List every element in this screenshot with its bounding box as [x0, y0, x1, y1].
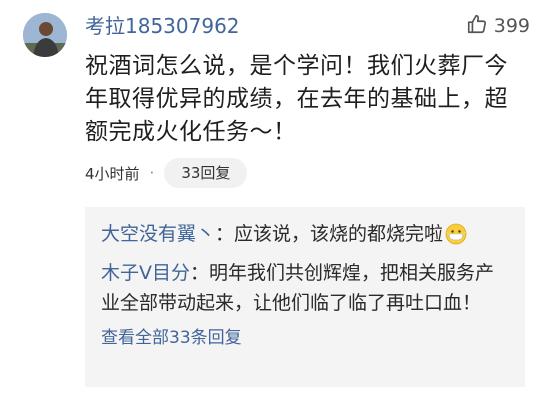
reply-text: 应该说，该烧的都烧完啦: [234, 223, 444, 245]
comment-time: 4小时前: [85, 164, 140, 183]
reply-username[interactable]: 大空没有翼丶: [101, 223, 215, 245]
thumbs-up-icon: [466, 13, 488, 39]
comment-text: 祝酒词怎么说，是个学问！我们火葬厂今年取得优异的成绩，在去年的基础上，超额完成火…: [85, 53, 508, 145]
mask-face-emoji-icon: [445, 223, 467, 254]
reply-item: 木子V目分：明年我们共创辉煌，把相关服务产业全部带动起来，让他们临了临了再吐口血…: [101, 258, 509, 318]
like-count: 399: [493, 15, 530, 37]
replies-panel: 大空没有翼丶：应该说，该烧的都烧完啦 木子V目分：明年我们共创辉煌，把相关服务产…: [85, 207, 525, 387]
comment-meta: 4小时前 · 33回复: [85, 158, 248, 188]
reply-count-button[interactable]: 33回复: [164, 158, 248, 188]
reply-colon: ：: [215, 223, 235, 245]
meta-separator: ·: [149, 164, 155, 182]
comment-username[interactable]: 考拉185307962: [85, 12, 240, 40]
like-button[interactable]: 399: [466, 12, 530, 40]
reply-username[interactable]: 木子V目分: [101, 262, 190, 284]
reply-colon: ：: [190, 262, 210, 284]
avatar[interactable]: [23, 13, 67, 57]
view-all-replies-link[interactable]: 查看全部33条回复: [101, 324, 509, 352]
reply-item: 大空没有翼丶：应该说，该烧的都烧完啦: [101, 219, 509, 254]
